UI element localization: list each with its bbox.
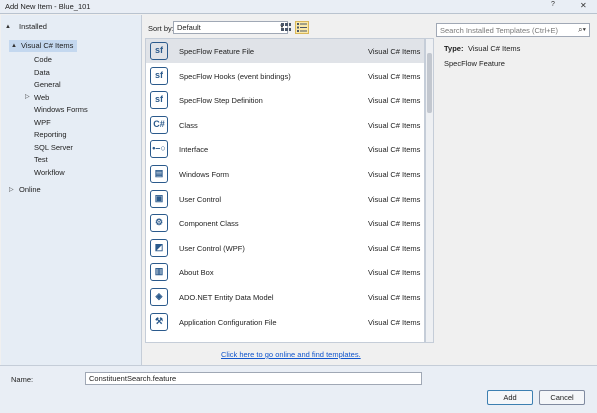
list-toolbar: Sort by: Default ▼ bbox=[145, 15, 430, 38]
template-tree: ▲ Installed ▲ Visual C# Items Code Data Ge… bbox=[1, 15, 142, 365]
template-type: Visual C# Items bbox=[368, 47, 421, 56]
template-type: Visual C# Items bbox=[368, 71, 421, 81]
details-view-button[interactable] bbox=[295, 21, 309, 34]
template-row[interactable]: ▥ About Box Visual C# Items bbox=[146, 260, 424, 284]
about-box-icon: ▥ bbox=[150, 263, 168, 282]
close-icon[interactable]: ✕ bbox=[580, 1, 587, 10]
tree-item-general[interactable]: General bbox=[34, 79, 61, 91]
template-name: SpecFlow Feature File bbox=[179, 47, 255, 56]
tree-item-visual-csharp[interactable]: ▲ Visual C# Items bbox=[9, 40, 77, 52]
template-row[interactable]: sf SpecFlow Hooks (event bindings) Visual … bbox=[146, 64, 424, 88]
tree-item-web[interactable]: Web bbox=[34, 92, 49, 104]
search-box[interactable]: Search Installed Templates (Ctrl+E) ⌕▾ bbox=[436, 23, 590, 37]
specflow-icon: sf bbox=[150, 66, 168, 85]
user-control-icon: ▣ bbox=[150, 189, 168, 208]
grid-icon bbox=[281, 23, 291, 31]
template-type: Visual C# Items bbox=[368, 219, 421, 229]
vertical-scrollbar[interactable] bbox=[425, 38, 434, 343]
template-type: Visual C# Items bbox=[368, 293, 421, 302]
collapse-arrow-icon[interactable]: ▲ bbox=[5, 21, 11, 33]
template-name: Interface bbox=[179, 145, 209, 155]
template-row[interactable]: ▤ Windows Form Visual C# Items bbox=[146, 162, 424, 186]
tree-item-wpf[interactable]: WPF bbox=[34, 117, 51, 129]
template-row[interactable]: ◩ User Control (WPF) Visual C# Items bbox=[146, 236, 424, 260]
template-type: Visual C# Items bbox=[368, 317, 421, 327]
template-type: Visual C# Items bbox=[368, 194, 421, 204]
dialog-footer: Name: Add Cancel bbox=[0, 365, 597, 413]
specflow-icon: sf bbox=[150, 91, 168, 110]
search-icon[interactable]: ⌕▾ bbox=[578, 25, 586, 35]
template-name: Component Class bbox=[179, 219, 239, 229]
template-row[interactable]: ◈ ADO.NET Entity Data Model Visual C# Item… bbox=[146, 285, 424, 309]
class-icon: C# bbox=[150, 115, 168, 134]
template-name: User Control bbox=[179, 194, 222, 204]
collapse-arrow-icon[interactable]: ▲ bbox=[11, 40, 17, 52]
tree-item-code[interactable]: Code bbox=[34, 54, 52, 66]
name-input[interactable] bbox=[85, 372, 422, 385]
template-name: SpecFlow Hooks (event bindings) bbox=[179, 71, 291, 81]
online-templates-link[interactable]: Click here to go online and find templat… bbox=[221, 350, 361, 359]
template-name: Class bbox=[179, 120, 198, 130]
template-row[interactable]: ⚒ Application Configuration File Visual C#… bbox=[146, 310, 424, 334]
template-list: sf SpecFlow Feature File Visual C# Items sf… bbox=[145, 38, 425, 343]
template-description: SpecFlow Feature bbox=[444, 59, 505, 68]
specflow-icon: sf bbox=[150, 42, 168, 60]
template-row[interactable]: •–○ Interface Visual C# Items bbox=[146, 137, 424, 161]
tree-item-windows-forms[interactable]: Windows Forms bbox=[34, 104, 88, 116]
template-type: Visual C# Items bbox=[368, 96, 421, 106]
cancel-button[interactable]: Cancel bbox=[539, 390, 585, 405]
search-input[interactable]: Search Installed Templates (Ctrl+E) bbox=[440, 26, 558, 35]
template-name: Application Configuration File bbox=[179, 317, 277, 327]
template-name: ADO.NET Entity Data Model bbox=[179, 293, 274, 302]
help-icon[interactable]: ? bbox=[551, 1, 555, 8]
template-name: Windows Form bbox=[179, 170, 230, 179]
template-type: Visual C# Items bbox=[368, 145, 421, 155]
tree-item-reporting[interactable]: Reporting bbox=[34, 129, 67, 141]
sort-select[interactable]: Default ▼ bbox=[173, 21, 288, 34]
template-type: Visual C# Items bbox=[368, 268, 421, 278]
type-value: Visual C# Items bbox=[468, 44, 521, 53]
template-row[interactable]: C# Class Visual C# Items bbox=[146, 113, 424, 137]
list-icon bbox=[297, 23, 307, 32]
tree-item-workflow[interactable]: Workflow bbox=[34, 167, 65, 179]
scrollbar-thumb[interactable] bbox=[427, 53, 432, 113]
tree-item-data[interactable]: Data bbox=[34, 67, 50, 79]
template-row[interactable]: ▣ User Control Visual C# Items bbox=[146, 187, 424, 211]
medium-icons-view-button[interactable] bbox=[279, 21, 293, 34]
add-button[interactable]: Add bbox=[487, 390, 533, 405]
template-name: About Box bbox=[179, 268, 214, 278]
template-type: Visual C# Items bbox=[368, 170, 421, 179]
template-type: Visual C# Items bbox=[368, 120, 421, 130]
name-label: Name: bbox=[11, 375, 34, 384]
config-file-icon: ⚒ bbox=[150, 312, 168, 331]
template-name: SpecFlow Step Definition bbox=[179, 96, 263, 106]
template-type: Visual C# Items bbox=[368, 243, 421, 253]
tree-item-sql-server[interactable]: SQL Server bbox=[34, 142, 73, 154]
template-row[interactable]: ⚙ Component Class Visual C# Items bbox=[146, 211, 424, 235]
template-detail-pane: Type: Visual C# Items SpecFlow Feature bbox=[436, 39, 591, 343]
tree-item-test[interactable]: Test bbox=[34, 154, 48, 166]
expand-arrow-icon[interactable]: ▷ bbox=[9, 184, 14, 196]
title-bar: Add New Item - Blue_101 ? ✕ bbox=[0, 0, 597, 14]
component-icon: ⚙ bbox=[150, 214, 168, 233]
wpf-user-control-icon: ◩ bbox=[150, 238, 168, 257]
template-row[interactable]: sf SpecFlow Step Definition Visual C# Item… bbox=[146, 88, 424, 112]
entity-model-icon: ◈ bbox=[150, 288, 168, 306]
sort-label: Sort by: bbox=[148, 24, 174, 33]
type-label: Type: bbox=[444, 44, 464, 53]
template-name: User Control (WPF) bbox=[179, 243, 245, 253]
window-title: Add New Item - Blue_101 bbox=[5, 2, 91, 11]
form-icon: ▤ bbox=[150, 165, 168, 183]
template-row[interactable]: sf SpecFlow Feature File Visual C# Items bbox=[146, 39, 424, 63]
interface-icon: •–○ bbox=[150, 140, 168, 159]
